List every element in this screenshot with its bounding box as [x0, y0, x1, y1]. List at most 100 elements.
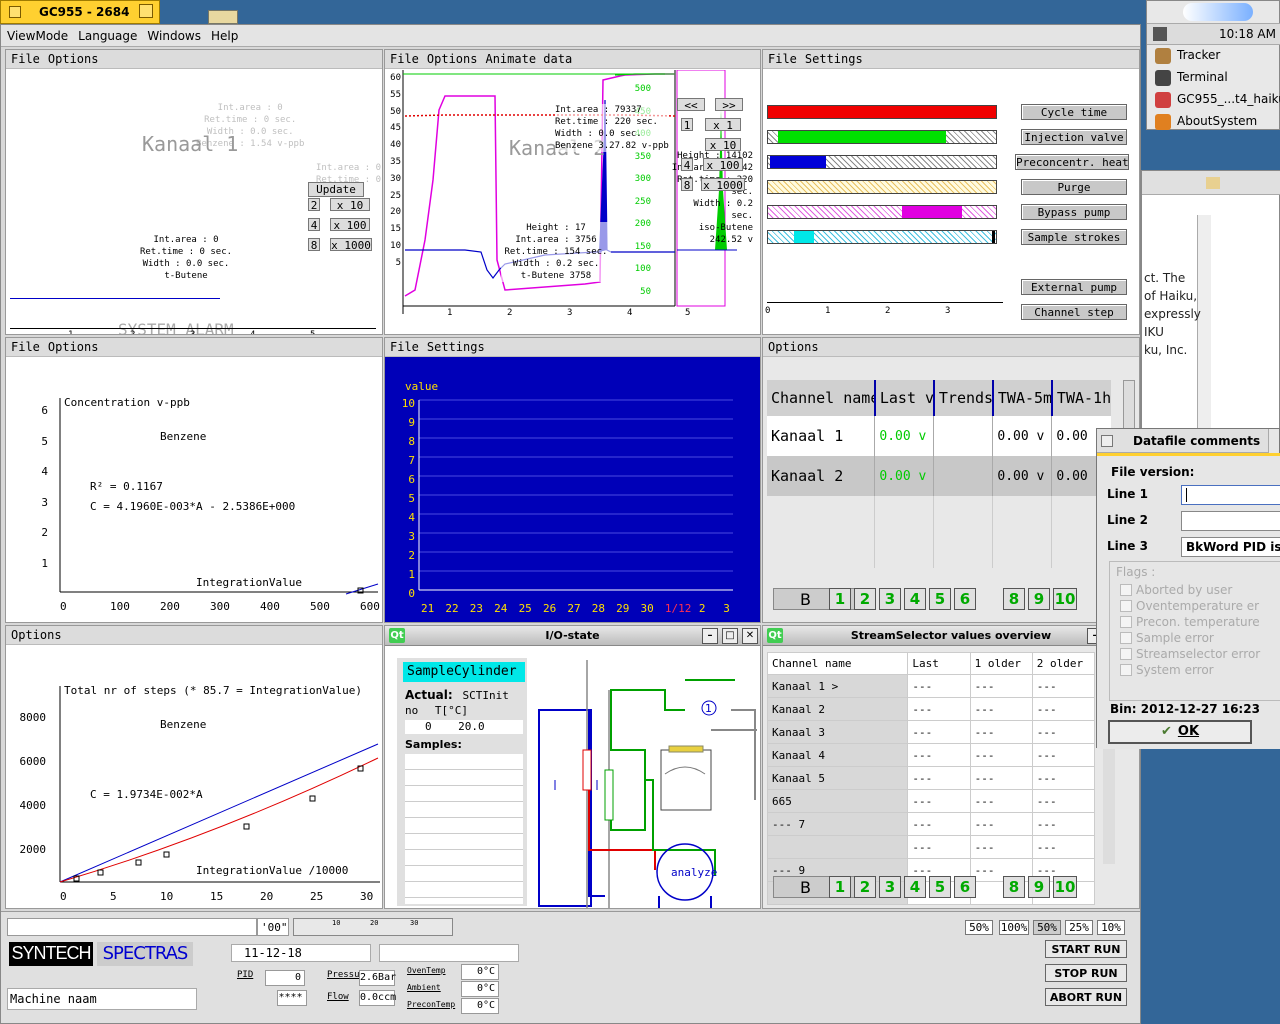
- injection-valve-button[interactable]: Injection valve: [1021, 129, 1127, 145]
- maximize-button[interactable]: □: [722, 628, 738, 644]
- minimize-button[interactable]: –: [702, 628, 718, 644]
- ok-button[interactable]: ✔ OK: [1108, 720, 1252, 744]
- pid-field[interactable]: 0: [265, 970, 305, 986]
- table-row[interactable]: Kanaal 5 --- --- ---: [766, 766, 1096, 790]
- line1-input[interactable]: [1181, 485, 1280, 505]
- menu-file[interactable]: File: [385, 50, 422, 66]
- menu-file[interactable]: File: [6, 50, 43, 66]
- scale-x10-button[interactable]: x 10: [705, 138, 741, 152]
- sample-strokes-button[interactable]: Sample strokes: [1021, 229, 1127, 245]
- page-2-button[interactable]: 2: [854, 876, 876, 898]
- zoom-icon[interactable]: [139, 4, 153, 18]
- desktop-folder-icon[interactable]: [208, 10, 238, 24]
- cycle-time-button[interactable]: Cycle time: [1021, 104, 1127, 120]
- deskbar-item-tracker[interactable]: Tracker: [1147, 45, 1280, 67]
- page-1-button[interactable]: 1: [829, 876, 851, 898]
- table-row[interactable]: --- --- ---: [766, 835, 1096, 859]
- page-4-button[interactable]: 4: [904, 588, 926, 610]
- flag-oventemp[interactable]: Oventemperature er: [1120, 599, 1259, 613]
- scale-2-button[interactable]: 2: [308, 198, 320, 212]
- flag-precon[interactable]: Precon. temperature: [1120, 615, 1260, 629]
- page-8-button[interactable]: 8: [1003, 588, 1025, 610]
- zoom-10-button[interactable]: 10%: [1097, 920, 1125, 935]
- col-last[interactable]: Last: [907, 652, 971, 675]
- page-5-button[interactable]: 5: [929, 588, 951, 610]
- update-button[interactable]: Update: [308, 182, 364, 197]
- page-6-button[interactable]: 6: [954, 588, 976, 610]
- menu-viewmode[interactable]: ViewMode: [1, 25, 72, 43]
- deskbar-item-gc955[interactable]: GC955_...t4_haiku: [1147, 89, 1280, 111]
- flag-system[interactable]: System error: [1120, 663, 1214, 677]
- table-row[interactable]: --- 7 --- --- ---: [766, 812, 1096, 836]
- menu-options[interactable]: Options: [422, 50, 481, 66]
- close-icon[interactable]: [9, 6, 21, 18]
- page-4-button[interactable]: 4: [904, 876, 926, 898]
- deskbar-item-aboutsystem[interactable]: AboutSystem: [1147, 111, 1280, 133]
- scale-x1-button[interactable]: x 1: [705, 118, 741, 132]
- scale-x100-button[interactable]: x 100: [703, 158, 743, 172]
- table-row[interactable]: Kanaal 2 0.00 v 0.00 v 0.00: [767, 456, 1111, 496]
- table-row[interactable]: Kanaal 2 --- --- ---: [766, 697, 1096, 721]
- menu-file[interactable]: File: [763, 50, 800, 66]
- scale-8-button[interactable]: 8: [681, 178, 693, 192]
- col-last[interactable]: Last v: [874, 380, 935, 416]
- page-2-button[interactable]: 2: [854, 588, 876, 610]
- scale-1-button[interactable]: 1: [681, 118, 693, 132]
- table-row[interactable]: Kanaal 1 0.00 v 0.00 v 0.00: [767, 416, 1111, 456]
- col-trends[interactable]: Trends: [933, 380, 994, 416]
- table-row[interactable]: 665 --- --- ---: [766, 789, 1096, 813]
- network-icon[interactable]: [1153, 27, 1167, 41]
- page-8-button[interactable]: 8: [1003, 876, 1025, 898]
- external-pump-button[interactable]: External pump: [1021, 279, 1127, 295]
- page-3-button[interactable]: 3: [879, 588, 901, 610]
- close-button[interactable]: ✕: [742, 628, 758, 644]
- scale-x1000-button[interactable]: x 1000: [330, 238, 372, 252]
- channel-step-button[interactable]: Channel step: [1021, 304, 1127, 320]
- dialog-close-icon[interactable]: [1101, 435, 1113, 447]
- scale-x10-button[interactable]: x 10: [330, 198, 370, 212]
- line3-input[interactable]: BkWord PID is: [1181, 537, 1280, 557]
- zoom-50b-button[interactable]: 50%: [1033, 920, 1061, 935]
- flag-sample[interactable]: Sample error: [1120, 631, 1214, 645]
- page-9-button[interactable]: 9: [1028, 876, 1050, 898]
- clock[interactable]: 10:18 AM: [1219, 27, 1276, 41]
- deskbar-item-terminal[interactable]: Terminal: [1147, 67, 1280, 89]
- menu-windows[interactable]: Windows: [141, 25, 205, 43]
- col-channel[interactable]: Channel name: [767, 380, 876, 416]
- samples-list[interactable]: [405, 754, 523, 904]
- page-1-button[interactable]: 1: [829, 588, 851, 610]
- preconcentr-button[interactable]: Preconcentr. heating: [1015, 154, 1129, 170]
- menu-animate[interactable]: Animate data: [480, 50, 575, 66]
- col-twa1h[interactable]: TWA-1h: [1052, 380, 1111, 416]
- menu-help[interactable]: Help: [205, 25, 242, 43]
- page-3-button[interactable]: 3: [879, 876, 901, 898]
- window-tab[interactable]: GC955 - 2684: [0, 0, 160, 24]
- start-run-button[interactable]: START RUN: [1045, 940, 1127, 958]
- menu-settings[interactable]: Settings: [800, 50, 866, 66]
- scale-4-button[interactable]: 4: [681, 158, 693, 172]
- page-6-button[interactable]: 6: [954, 876, 976, 898]
- zoom-50-button[interactable]: 50%: [965, 920, 993, 935]
- scale-8-button[interactable]: 8: [308, 238, 320, 252]
- scale-x100-button[interactable]: x 100: [330, 218, 370, 232]
- prev-button[interactable]: <<: [677, 98, 705, 112]
- password-field[interactable]: ****: [277, 990, 307, 1006]
- line2-input[interactable]: [1181, 511, 1280, 531]
- stop-run-button[interactable]: STOP RUN: [1045, 964, 1127, 982]
- scale-4-button[interactable]: 4: [308, 218, 320, 232]
- table-row[interactable]: Kanaal 4 --- --- ---: [766, 743, 1096, 767]
- page-9-button[interactable]: 9: [1028, 588, 1050, 610]
- menu-options[interactable]: Options: [43, 50, 102, 66]
- scale-x1000-button[interactable]: x 1000: [701, 178, 745, 192]
- table-row[interactable]: Kanaal 3 --- --- ---: [766, 720, 1096, 744]
- page-10-button[interactable]: 10: [1053, 588, 1077, 610]
- col-twa5m[interactable]: TWA-5m: [992, 380, 1053, 416]
- flag-streamselector[interactable]: Streamselector error: [1120, 647, 1260, 661]
- next-button[interactable]: >>: [715, 98, 743, 112]
- abort-run-button[interactable]: ABORT RUN: [1045, 988, 1127, 1006]
- menu-options[interactable]: Options: [763, 338, 822, 354]
- flag-aborted[interactable]: Aborted by user: [1120, 583, 1232, 597]
- zoom-100-button[interactable]: 100%: [999, 920, 1029, 935]
- purge-button[interactable]: Purge: [1021, 179, 1127, 195]
- col-older2[interactable]: 2 older: [1031, 652, 1096, 675]
